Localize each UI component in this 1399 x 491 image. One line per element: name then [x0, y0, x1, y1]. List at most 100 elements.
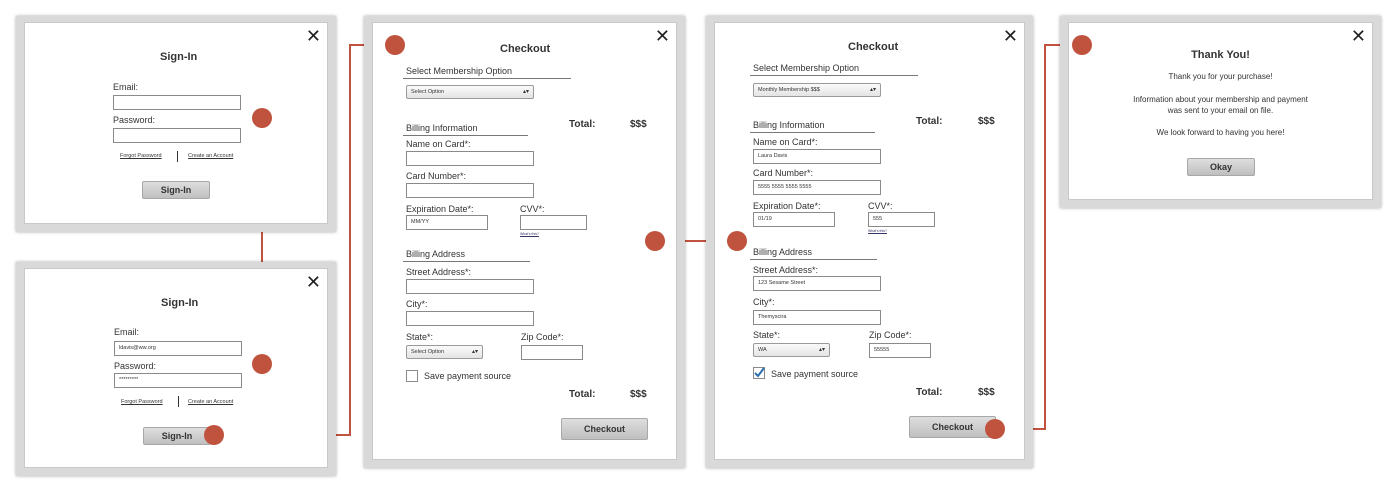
- cvv-label: CVV*:: [868, 201, 893, 211]
- city-label: City*:: [753, 297, 775, 307]
- checkout-button[interactable]: Checkout: [909, 416, 996, 438]
- save-payment-label: Save payment source: [424, 371, 512, 381]
- dialog-title: Thank You!: [1191, 49, 1250, 61]
- expiration-field[interactable]: 01/19: [753, 212, 835, 227]
- dialog-card: ✕ Checkout Select Membership Option Mont…: [714, 22, 1025, 460]
- close-icon[interactable]: ✕: [306, 273, 321, 291]
- link-divider: [177, 151, 178, 162]
- save-payment-label: Save payment source: [771, 369, 859, 379]
- connector-dot-signin-bottom: [252, 354, 272, 374]
- stepper-arrows-icon: ▴▾: [818, 347, 825, 353]
- membership-select[interactable]: Monthly Membership $$$ ▴▾: [753, 83, 881, 97]
- street-field[interactable]: [406, 279, 534, 294]
- membership-heading: Select Membership Option: [403, 66, 571, 79]
- street-field[interactable]: 123 Sesame Street: [753, 276, 881, 291]
- state-select[interactable]: WA ▴▾: [753, 343, 830, 357]
- info-message-line2: was sent to your email on file.: [1167, 106, 1274, 115]
- bottom-total-value: $$$: [630, 389, 647, 400]
- info-message-line1: Information about your membership and pa…: [1133, 95, 1308, 104]
- cvv-label: CVV*:: [520, 204, 545, 214]
- billing-info-heading: Billing Information: [403, 123, 528, 136]
- link-divider: [178, 396, 179, 407]
- signin-button[interactable]: Sign-In: [143, 427, 211, 445]
- create-account-link[interactable]: Create an Account: [188, 399, 233, 405]
- checkout-dialog-empty: ✕ Checkout Select Membership Option Sele…: [364, 16, 685, 468]
- forgot-password-link[interactable]: Forgot Password: [120, 153, 162, 159]
- forgot-password-link[interactable]: Forgot Password: [121, 399, 163, 405]
- billing-address-heading: Billing Address: [750, 247, 877, 260]
- street-label: Street Address*:: [406, 267, 472, 277]
- stepper-arrows-icon: ▴▾: [522, 89, 529, 95]
- save-payment-checkbox[interactable]: [406, 370, 418, 382]
- connector-dot-thankyou-entry: [1072, 35, 1092, 55]
- password-field[interactable]: *********: [114, 373, 242, 388]
- state-select-value: WA: [758, 347, 767, 353]
- city-label: City*:: [406, 299, 428, 309]
- signin-button[interactable]: Sign-In: [142, 181, 210, 199]
- total-label: Total:: [916, 116, 943, 127]
- checkout-dialog-filled: ✕ Checkout Select Membership Option Mont…: [706, 16, 1033, 468]
- card-number-label: Card Number*:: [753, 168, 814, 178]
- billing-info-heading: Billing Information: [750, 120, 875, 133]
- card-number-field[interactable]: 5555 5555 5555 5555: [753, 180, 881, 195]
- state-select[interactable]: Select Option ▴▾: [406, 345, 483, 359]
- okay-button[interactable]: Okay: [1187, 158, 1255, 176]
- checkout-button[interactable]: Checkout: [561, 418, 648, 440]
- bottom-total-label: Total:: [569, 389, 596, 400]
- zip-label: Zip Code*:: [869, 330, 912, 340]
- cvv-field[interactable]: [520, 215, 587, 230]
- stepper-arrows-icon: ▴▾: [471, 349, 478, 355]
- card-number-field[interactable]: [406, 183, 534, 198]
- dialog-card: ✕ Sign-In Email: Password: Forgot Passwo…: [24, 22, 328, 224]
- email-label: Email:: [113, 82, 139, 92]
- zip-label: Zip Code*:: [521, 332, 564, 342]
- billing-address-heading: Billing Address: [403, 249, 530, 262]
- zip-field[interactable]: [521, 345, 583, 360]
- membership-select-value: Monthly Membership $$$: [758, 87, 820, 93]
- email-field[interactable]: [113, 95, 241, 110]
- create-account-link[interactable]: Create an Account: [188, 153, 233, 159]
- membership-select-value: Select Option: [411, 89, 445, 95]
- expiration-label: Expiration Date*:: [406, 204, 474, 214]
- thank-you-message: Thank you for your purchase!: [1168, 72, 1273, 81]
- membership-heading: Select Membership Option: [750, 63, 918, 76]
- connector-dot-checkout-button: [985, 419, 1005, 439]
- close-icon[interactable]: ✕: [1003, 27, 1018, 45]
- thank-you-dialog: ✕ Thank You! Thank you for your purchase…: [1060, 16, 1381, 208]
- membership-select[interactable]: Select Option ▴▾: [406, 85, 534, 99]
- dialog-card: ✕ Sign-In Email: ldavis@ww.org Password:…: [24, 268, 328, 468]
- expiration-field[interactable]: MM/YY: [406, 215, 488, 230]
- connector-dot-filled-entry: [727, 231, 747, 251]
- total-value: $$$: [630, 119, 647, 130]
- cvv-field[interactable]: 555: [868, 212, 935, 227]
- signin-dialog-empty: ✕ Sign-In Email: Password: Forgot Passwo…: [16, 16, 336, 232]
- whats-this-link[interactable]: What's this?: [520, 232, 539, 236]
- dialog-title: Checkout: [848, 41, 899, 53]
- bottom-total-value: $$$: [978, 387, 995, 398]
- password-label: Password:: [114, 361, 157, 371]
- dialog-card: ✕ Checkout Select Membership Option Sele…: [372, 22, 677, 460]
- password-label: Password:: [113, 115, 156, 125]
- email-field[interactable]: ldavis@ww.org: [114, 341, 242, 356]
- city-field[interactable]: Themyscira: [753, 310, 881, 325]
- close-icon[interactable]: ✕: [1351, 27, 1366, 45]
- password-field[interactable]: [113, 128, 241, 143]
- state-label: State*:: [406, 332, 434, 342]
- connector-dot-signin-top: [252, 108, 272, 128]
- close-icon[interactable]: ✕: [306, 27, 321, 45]
- city-field[interactable]: [406, 311, 534, 326]
- stepper-arrows-icon: ▴▾: [869, 87, 876, 93]
- name-on-card-field[interactable]: [406, 151, 534, 166]
- expiration-label: Expiration Date*:: [753, 201, 821, 211]
- dialog-title: Sign-In: [160, 51, 198, 63]
- save-payment-checkbox[interactable]: [753, 367, 765, 379]
- name-on-card-label: Name on Card*:: [753, 137, 818, 147]
- name-on-card-label: Name on Card*:: [406, 139, 471, 149]
- close-icon[interactable]: ✕: [655, 27, 670, 45]
- zip-field[interactable]: 55555: [869, 343, 931, 358]
- signin-dialog-filled: ✕ Sign-In Email: ldavis@ww.org Password:…: [16, 262, 336, 476]
- name-on-card-field[interactable]: Laura Davis: [753, 149, 881, 164]
- whats-this-link[interactable]: What's this?: [868, 229, 887, 233]
- checkmark-icon: [754, 367, 765, 378]
- connector-dot-signin-button: [204, 425, 224, 445]
